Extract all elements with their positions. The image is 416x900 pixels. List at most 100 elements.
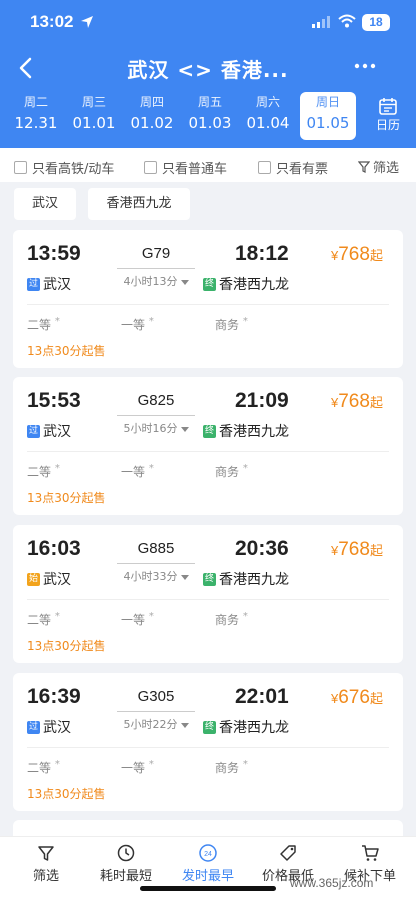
divider xyxy=(27,599,389,600)
terminal-station-tag: 终 xyxy=(203,424,216,438)
high-speed-only-checkbox[interactable]: 只看高铁/动车 xyxy=(14,158,114,177)
to-station: 终香港西九龙 xyxy=(203,720,289,736)
train-number: G305 xyxy=(137,688,175,705)
departure-time: 16:39 xyxy=(27,685,81,708)
route-line xyxy=(117,415,195,416)
available-only-checkbox[interactable]: 只看有票 xyxy=(258,158,328,177)
date-tab-selected[interactable]: 周日 01.05 xyxy=(300,92,356,140)
date-tab[interactable]: 周五 01.03 xyxy=(182,92,238,140)
to-station: 终香港西九龙 xyxy=(203,424,289,440)
train-card[interactable]: 16:03 G885 4小时33分 20:36 ¥768起 始武汉 终香港西九龙… xyxy=(13,525,403,663)
sale-time: 13点30分起售 xyxy=(27,491,106,505)
home-indicator xyxy=(140,886,276,891)
duration[interactable]: 5小时16分 xyxy=(117,420,195,436)
cart-icon xyxy=(362,845,379,861)
duration[interactable]: 4小时13分 xyxy=(117,273,195,289)
date-tab[interactable]: 周二 12.31 xyxy=(8,92,64,140)
chevron-down-icon xyxy=(180,279,189,285)
chevron-down-icon xyxy=(180,574,189,580)
checkbox-box xyxy=(144,161,157,174)
pass-station-tag: 过 xyxy=(27,277,40,291)
from-station: 过武汉 xyxy=(27,424,71,440)
seat-second-class: 二等 * xyxy=(27,316,60,332)
back-arrow-icon[interactable] xyxy=(14,54,38,82)
to-station: 终香港西九龙 xyxy=(203,572,289,588)
departure-time: 13:59 xyxy=(27,242,81,265)
duration[interactable]: 4小时33分 xyxy=(117,568,195,584)
filter-button[interactable]: 筛选 xyxy=(358,157,399,176)
arrival-time: 21:09 xyxy=(235,389,289,412)
navbar: 武汉 <> 香港... xyxy=(0,48,416,88)
price: ¥768起 xyxy=(331,539,383,560)
station-chips: 武汉 香港西九龙 xyxy=(0,182,416,226)
route-title[interactable]: 武汉 <> 香港... xyxy=(90,54,326,83)
price: ¥768起 xyxy=(331,244,383,265)
seat-second-class: 二等 * xyxy=(27,759,60,775)
chevron-down-icon xyxy=(180,426,189,432)
price: ¥768起 xyxy=(331,391,383,412)
departure-time: 15:53 xyxy=(27,389,81,412)
filter-icon xyxy=(38,846,54,861)
filter-row: 只看高铁/动车 只看普通车 只看有票 筛选 xyxy=(0,148,416,182)
arrival-time: 18:12 xyxy=(235,242,289,265)
normal-train-only-checkbox[interactable]: 只看普通车 xyxy=(144,158,227,177)
date-tab[interactable]: 周三 01.01 xyxy=(66,92,122,140)
status-bar: 13:02 18 xyxy=(0,0,416,44)
cellular-signal-icon xyxy=(312,16,330,28)
seat-first-class: 一等 * xyxy=(121,463,154,479)
to-station-chip[interactable]: 香港西九龙 xyxy=(88,188,190,220)
wifi-icon xyxy=(338,14,356,28)
price: ¥676起 xyxy=(331,687,383,708)
train-card[interactable]: 16:39 G305 5小时22分 22:01 ¥676起 过武汉 终香港西九龙… xyxy=(13,673,403,811)
train-number: G79 xyxy=(141,245,171,262)
more-options-icon[interactable] xyxy=(350,56,380,76)
filter-icon xyxy=(358,160,370,173)
divider xyxy=(27,747,389,748)
train-number: G825 xyxy=(137,392,175,409)
watermark: www.365jz.com xyxy=(290,876,374,890)
status-time: 13:02 xyxy=(30,12,74,31)
terminal-station-tag: 终 xyxy=(203,720,216,734)
terminal-station-tag: 终 xyxy=(203,277,216,291)
train-number: G885 xyxy=(137,540,175,557)
terminal-station-tag: 终 xyxy=(203,572,216,586)
route-line xyxy=(117,563,195,564)
from-station: 过武汉 xyxy=(27,720,71,736)
seat-business-class: 商务 * xyxy=(215,759,248,775)
route-line xyxy=(117,711,195,712)
origin-station-tag: 始 xyxy=(27,572,40,586)
price-tag-icon xyxy=(280,845,296,861)
to-station: 终香港西九龙 xyxy=(203,277,289,293)
duration[interactable]: 5小时22分 xyxy=(117,716,195,732)
checkbox-box xyxy=(258,161,271,174)
sale-time: 13点30分起售 xyxy=(27,344,106,358)
train-card[interactable]: 13:59 G79 4小时13分 18:12 ¥768起 过武汉 终香港西九龙 … xyxy=(13,230,403,368)
from-station: 过武汉 xyxy=(27,277,71,293)
pass-station-tag: 过 xyxy=(27,424,40,438)
seat-first-class: 一等 * xyxy=(121,759,154,775)
tab-earliest-departure[interactable]: 24 发时最早 xyxy=(168,843,248,884)
date-tab[interactable]: 周六 01.04 xyxy=(240,92,296,140)
tab-filter[interactable]: 筛选 xyxy=(6,843,86,884)
departure-time: 16:03 xyxy=(27,537,81,560)
arrival-time: 22:01 xyxy=(235,685,289,708)
date-tab[interactable]: 周四 01.02 xyxy=(124,92,180,140)
battery-indicator: 18 xyxy=(362,14,390,31)
from-station-chip[interactable]: 武汉 xyxy=(14,188,76,220)
tab-shortest-duration[interactable]: 耗时最短 xyxy=(86,843,166,884)
divider xyxy=(27,451,389,452)
checkbox-box xyxy=(14,161,27,174)
seat-first-class: 一等 * xyxy=(121,316,154,332)
seat-business-class: 商务 * xyxy=(215,611,248,627)
calendar-icon xyxy=(379,98,397,115)
arrival-time: 20:36 xyxy=(235,537,289,560)
seat-business-class: 商务 * xyxy=(215,463,248,479)
route-line xyxy=(117,268,195,269)
calendar-button[interactable]: 日历 xyxy=(366,94,410,140)
train-card[interactable]: 15:53 G825 5小时16分 21:09 ¥768起 过武汉 终香港西九龙… xyxy=(13,377,403,515)
calendar-label: 日历 xyxy=(375,118,400,132)
clock-24-icon: 24 xyxy=(199,844,217,862)
clock-icon xyxy=(117,844,135,862)
svg-text:24: 24 xyxy=(204,851,212,858)
location-arrow-icon xyxy=(81,16,93,28)
